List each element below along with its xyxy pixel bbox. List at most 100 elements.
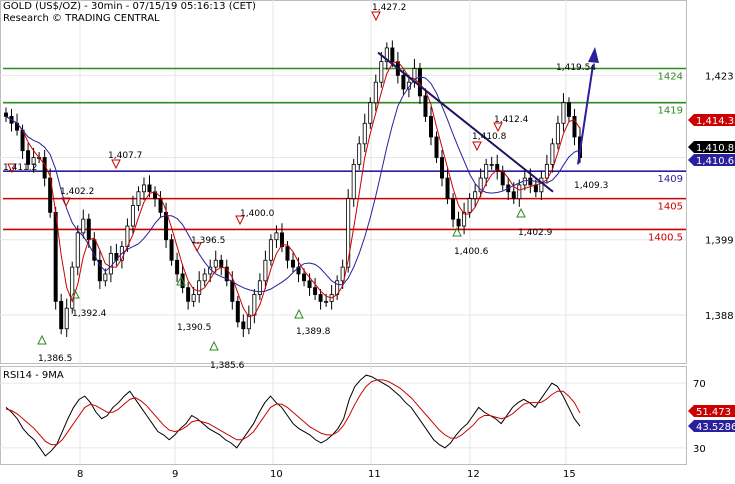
candle-body-47 bbox=[263, 259, 268, 282]
candle-body-36 bbox=[202, 273, 207, 282]
candle-body-67 bbox=[373, 81, 378, 104]
projection-arrow-shaft bbox=[577, 64, 594, 165]
swing-label-8: 1,400.0 bbox=[240, 209, 275, 219]
x-tick-label-15: 15 bbox=[563, 469, 576, 480]
level-label-1419: 1419 bbox=[658, 106, 683, 117]
x-tick-label-11: 11 bbox=[368, 469, 381, 480]
swing-marker-4 bbox=[111, 159, 121, 170]
candle-body-100 bbox=[555, 122, 560, 145]
candle-body-42 bbox=[235, 300, 240, 323]
projection-arrow-head bbox=[588, 47, 599, 63]
candle-body-64 bbox=[357, 143, 362, 165]
candle-body-25 bbox=[141, 184, 146, 193]
candle-body-30 bbox=[169, 239, 174, 261]
candle-body-88 bbox=[489, 163, 494, 166]
candle-body-0 bbox=[4, 112, 9, 117]
swing-marker-10 bbox=[371, 11, 381, 22]
level-label-1409: 1409 bbox=[658, 174, 683, 185]
swing-label-9: 1,389.8 bbox=[296, 327, 331, 337]
chart-root: 89101112151,4231,4111,3991,3881424141914… bbox=[0, 0, 735, 480]
candle-body-62 bbox=[346, 198, 351, 268]
rsi-series-0 bbox=[5, 374, 581, 457]
candle-body-57 bbox=[318, 294, 323, 302]
candle-body-80 bbox=[445, 177, 450, 200]
candle-body-33 bbox=[186, 287, 191, 302]
candle-body-54 bbox=[302, 273, 307, 282]
candle-body-97 bbox=[539, 177, 544, 193]
level-label-1400.5: 1400.5 bbox=[648, 232, 683, 243]
rsi-panel-frame bbox=[0, 366, 687, 465]
candle-body-77 bbox=[428, 116, 433, 138]
candle-body-58 bbox=[324, 300, 329, 303]
candle-body-14 bbox=[81, 218, 86, 234]
candle-body-66 bbox=[368, 102, 373, 124]
x-tick-label-8: 8 bbox=[77, 469, 83, 480]
rsi-tick-label-70: 70 bbox=[693, 379, 706, 390]
candle-body-38 bbox=[213, 259, 218, 268]
rsi-tag-1: 43.5286 bbox=[696, 422, 735, 433]
candle-body-55 bbox=[307, 280, 312, 289]
rsi-title: RSI14 - 9MA bbox=[3, 370, 64, 381]
swing-label-12: 1,410.8 bbox=[472, 132, 507, 142]
research-credit: Research © TRADING CENTRAL bbox=[3, 13, 160, 24]
candle-body-65 bbox=[362, 122, 367, 145]
swing-label-4: 1,407.7 bbox=[108, 151, 142, 161]
candle-body-13 bbox=[75, 232, 80, 268]
candle-body-93 bbox=[517, 184, 522, 200]
swing-label-6: 1,396.5 bbox=[191, 236, 225, 246]
candle-body-84 bbox=[467, 198, 472, 213]
candle-body-87 bbox=[484, 163, 489, 179]
candle-body-34 bbox=[191, 294, 196, 302]
candle-body-79 bbox=[440, 157, 445, 179]
swing-marker-9 bbox=[294, 308, 304, 319]
swing-label-15: 1,409.3 bbox=[574, 181, 608, 191]
candle-body-43 bbox=[241, 321, 246, 330]
candle-body-41 bbox=[230, 280, 235, 302]
swing-label-3: 1,392.4 bbox=[72, 309, 107, 319]
swing-label-2: 1,402.2 bbox=[60, 187, 94, 197]
candle-body-51 bbox=[285, 246, 290, 261]
x-tick-label-10: 10 bbox=[270, 469, 283, 480]
candle-body-35 bbox=[197, 280, 202, 295]
y-tick-label-1,388: 1,388 bbox=[705, 311, 734, 322]
candle-body-18 bbox=[103, 273, 108, 282]
x-tick-label-9: 9 bbox=[172, 469, 178, 480]
level-label-1424: 1424 bbox=[658, 71, 683, 82]
candle-body-31 bbox=[175, 259, 180, 275]
swing-label-7: 1,385.6 bbox=[210, 361, 245, 371]
candle-body-9 bbox=[53, 211, 58, 302]
candle-body-102 bbox=[566, 102, 571, 117]
swing-label-11: 1,400.6 bbox=[454, 247, 489, 257]
candle-body-49 bbox=[274, 232, 279, 241]
swing-label-16: 1,419.54 bbox=[556, 63, 596, 73]
chart-svg: 89101112151,4231,4111,3991,3881424141914… bbox=[0, 0, 735, 480]
swing-label-14: 1,402.9 bbox=[518, 228, 553, 238]
candle-body-11 bbox=[64, 307, 69, 330]
candle-body-48 bbox=[268, 239, 273, 261]
price-tag-2: 1,410.61 bbox=[696, 156, 735, 167]
chart-title: GOLD (US$/OZ) - 30min - 07/15/19 05:16:1… bbox=[3, 1, 256, 12]
candle-body-95 bbox=[528, 177, 533, 186]
candle-body-98 bbox=[544, 163, 549, 179]
candle-body-76 bbox=[423, 95, 428, 117]
y-tick-label-1,423: 1,423 bbox=[705, 71, 734, 82]
candle-body-92 bbox=[511, 191, 516, 200]
candle-body-101 bbox=[561, 102, 566, 124]
x-tick-label-12: 12 bbox=[467, 469, 480, 480]
candle-body-26 bbox=[147, 184, 152, 193]
candle-body-56 bbox=[313, 287, 318, 295]
price-tag-1: 1,410.81 bbox=[696, 143, 735, 154]
y-tick-label-1,399: 1,399 bbox=[705, 236, 734, 247]
candle-body-70 bbox=[390, 47, 395, 63]
candle-body-99 bbox=[550, 143, 555, 165]
level-label-1405: 1405 bbox=[658, 202, 683, 213]
swing-label-10: 1,427.2 bbox=[372, 3, 406, 13]
candle-body-23 bbox=[130, 205, 135, 227]
candle-body-39 bbox=[219, 259, 224, 268]
swing-label-5: 1,390.5 bbox=[177, 323, 211, 333]
swing-marker-1 bbox=[37, 334, 47, 345]
candle-body-10 bbox=[59, 300, 64, 330]
candle-body-72 bbox=[401, 74, 406, 90]
swing-label-13: 1,412.4 bbox=[494, 115, 529, 125]
swing-label-1: 1,386.5 bbox=[38, 354, 72, 364]
